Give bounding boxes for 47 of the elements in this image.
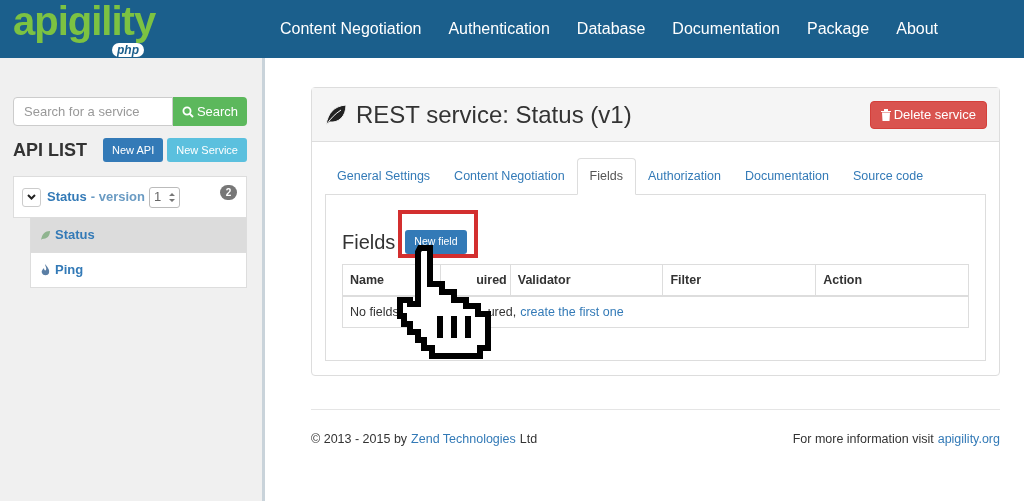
- nav-link[interactable]: Database: [576, 17, 646, 41]
- section-heading: Fields: [342, 230, 396, 255]
- empty-message: No fields: [350, 303, 399, 321]
- panel-title: REST service: Status (v1): [356, 99, 632, 130]
- version-spinner[interactable]: 1: [148, 186, 180, 208]
- create-link[interactable]: create the first one: [520, 302, 624, 322]
- leaf-icon: [40, 229, 51, 241]
- search-icon: [181, 105, 194, 118]
- logo-wordmark: apigility: [13, 0, 156, 44]
- leaf-icon: [324, 102, 348, 127]
- tab[interactable]: Documentation: [732, 158, 841, 194]
- info-text: For more information visit: [792, 431, 934, 448]
- service-name: Status: [55, 226, 95, 245]
- tab[interactable]: General Settings: [325, 158, 443, 194]
- trash-icon: [880, 108, 891, 121]
- column-header: Validator: [510, 265, 664, 295]
- toggle-button[interactable]: [22, 187, 41, 207]
- api-list-title: API LIST: [13, 138, 87, 162]
- flame-icon: [40, 264, 51, 276]
- service-item[interactable]: Ping: [30, 253, 247, 288]
- version-label: - version: [90, 188, 145, 207]
- copyright-suffix: Ltd: [519, 431, 538, 448]
- nav-link[interactable]: Authentication: [448, 17, 550, 41]
- tab[interactable]: Content Negotiation: [442, 158, 577, 194]
- nav-link[interactable]: Documentation: [672, 17, 780, 41]
- column-header: Action: [822, 271, 864, 289]
- nav-link[interactable]: Content Negotiation: [280, 17, 422, 41]
- copyright-text: © 2013 - 2015 by: [311, 431, 408, 448]
- search-button[interactable]: Search: [173, 97, 247, 126]
- service-item[interactable]: Status: [30, 218, 247, 253]
- new-field-button[interactable]: New field: [405, 230, 467, 254]
- service-name: Ping: [55, 261, 84, 280]
- tab[interactable]: Source code: [841, 158, 936, 194]
- apigility-link[interactable]: apigility.org: [937, 430, 1000, 449]
- new-api-button[interactable]: New API: [103, 138, 164, 162]
- tab[interactable]: Authorization: [635, 158, 733, 194]
- logo-badge: php: [112, 43, 144, 57]
- nav-link[interactable]: About: [896, 17, 939, 41]
- search-field[interactable]: Search for a service: [13, 97, 173, 126]
- count-badge: 2: [220, 185, 237, 200]
- company-link[interactable]: Zend Technologies: [411, 430, 516, 449]
- spinner-arrows-icon: [168, 191, 175, 203]
- tab[interactable]: Fields: [576, 158, 636, 195]
- delete-service-button[interactable]: Delete service: [869, 100, 987, 129]
- nav-link[interactable]: Package: [806, 17, 870, 41]
- column-header: Filter: [663, 265, 817, 295]
- api-name[interactable]: Status: [47, 187, 87, 207]
